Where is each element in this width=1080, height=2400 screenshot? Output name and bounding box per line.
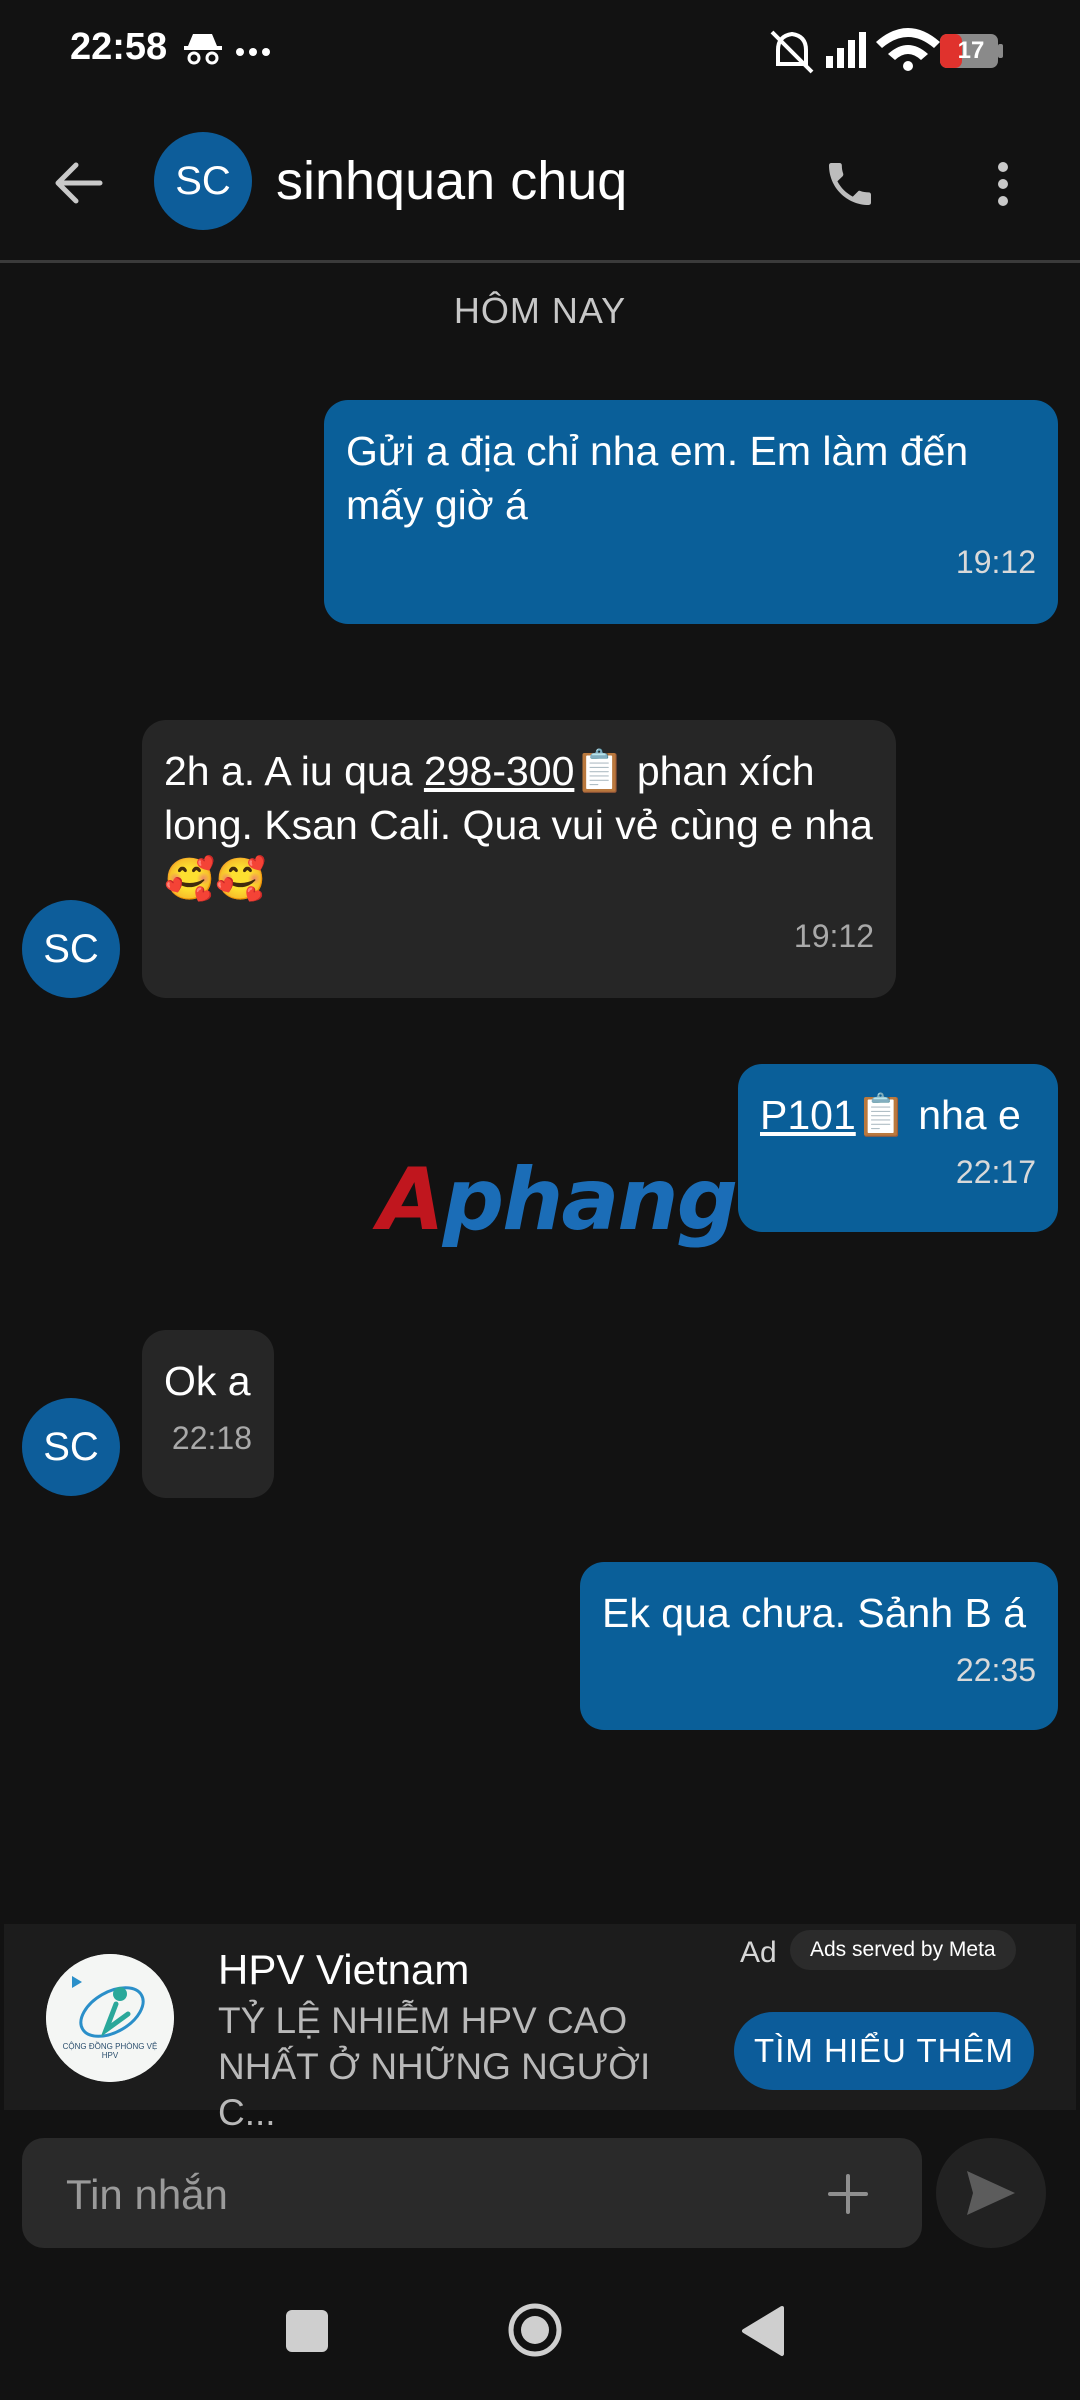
ad-title[interactable]: HPV Vietnam bbox=[218, 1946, 469, 1994]
message-text: 2h a. A iu qua 298-300📋 phan xích long. … bbox=[164, 744, 874, 906]
call-button[interactable] bbox=[810, 148, 890, 220]
watermark-first: A bbox=[378, 1150, 445, 1250]
attach-button[interactable] bbox=[816, 2156, 880, 2232]
incognito-icon bbox=[184, 34, 222, 65]
home-button[interactable] bbox=[505, 2300, 565, 2360]
battery-level: 17 bbox=[957, 37, 985, 64]
sender-avatar[interactable]: SC bbox=[22, 1398, 120, 1496]
more-dots-icon bbox=[236, 48, 270, 56]
address-link[interactable]: 298-300 bbox=[424, 748, 574, 794]
message-time: 22:17 bbox=[955, 1154, 1036, 1190]
message-text: Gửi a địa chỉ nha em. Em làm đến mấy giờ… bbox=[346, 428, 969, 528]
send-icon bbox=[967, 2171, 1015, 2215]
outgoing-message[interactable]: Gửi a địa chỉ nha em. Em làm đến mấy giờ… bbox=[324, 400, 1058, 624]
message-text-part: 📋 nha e bbox=[855, 1092, 1021, 1138]
message-text-part: 2h a. A iu qua bbox=[164, 748, 424, 794]
watermark-rest: phang bbox=[442, 1150, 739, 1250]
room-link[interactable]: P101 bbox=[760, 1092, 856, 1138]
phone-icon bbox=[829, 163, 871, 205]
outgoing-message[interactable]: Ek qua chưa. Sảnh B á 22:35 bbox=[580, 1562, 1058, 1730]
more-vertical-icon bbox=[998, 162, 1008, 206]
message-time: 19:12 bbox=[955, 544, 1036, 580]
message-text: Ok a bbox=[164, 1358, 251, 1404]
contact-avatar[interactable]: SC bbox=[154, 132, 252, 230]
send-button[interactable] bbox=[936, 2138, 1046, 2248]
plus-icon bbox=[828, 2174, 868, 2214]
date-separator: HÔM NAY bbox=[453, 290, 627, 331]
sender-avatar[interactable]: SC bbox=[22, 900, 120, 998]
message-text: P101📋 nha e bbox=[760, 1088, 1036, 1142]
ad-learn-more-button[interactable]: TÌM HIỂU THÊM bbox=[734, 2012, 1034, 2090]
mute-bell-icon bbox=[770, 30, 814, 74]
watermark-logo: Aphang bbox=[378, 1150, 739, 1250]
message-time: 22:18 bbox=[171, 1420, 252, 1456]
more-options-button[interactable] bbox=[970, 148, 1036, 220]
arrow-left-icon bbox=[55, 162, 103, 204]
ad-tag: Ad bbox=[740, 1936, 777, 1969]
wifi-icon bbox=[876, 28, 940, 71]
ad-logo-text: CỘNG ĐỒNG PHÒNG VỆ HPV bbox=[62, 2042, 158, 2060]
ad-logo[interactable]: CỘNG ĐỒNG PHÒNG VỆ HPV bbox=[46, 1954, 174, 2082]
status-time: 22:58 bbox=[70, 26, 168, 68]
ad-body[interactable]: TỶ LỆ NHIỄM HPV CAO NHẤT Ở NHỮNG NGƯỜI C… bbox=[218, 1998, 718, 2136]
recent-apps-button[interactable] bbox=[286, 2310, 328, 2352]
app-bar-divider bbox=[0, 260, 1080, 263]
incoming-message[interactable]: 2h a. A iu qua 298-300📋 phan xích long. … bbox=[142, 720, 896, 998]
message-text: Ek qua chưa. Sảnh B á bbox=[602, 1590, 1027, 1636]
message-input[interactable] bbox=[64, 2164, 788, 2226]
back-button[interactable] bbox=[40, 150, 116, 216]
contact-name[interactable]: sinhquan chuq bbox=[276, 150, 627, 212]
outgoing-message[interactable]: P101📋 nha e 22:17 bbox=[738, 1064, 1058, 1232]
incoming-message[interactable]: Ok a 22:18 bbox=[142, 1330, 274, 1498]
signal-icon bbox=[826, 32, 866, 68]
nav-back-button[interactable] bbox=[738, 2304, 786, 2358]
message-time: 22:35 bbox=[955, 1652, 1036, 1688]
ads-served-by-badge[interactable]: Ads served by Meta bbox=[790, 1930, 1016, 1970]
message-time: 19:12 bbox=[793, 918, 874, 954]
hpv-logo-icon bbox=[46, 1954, 174, 2082]
